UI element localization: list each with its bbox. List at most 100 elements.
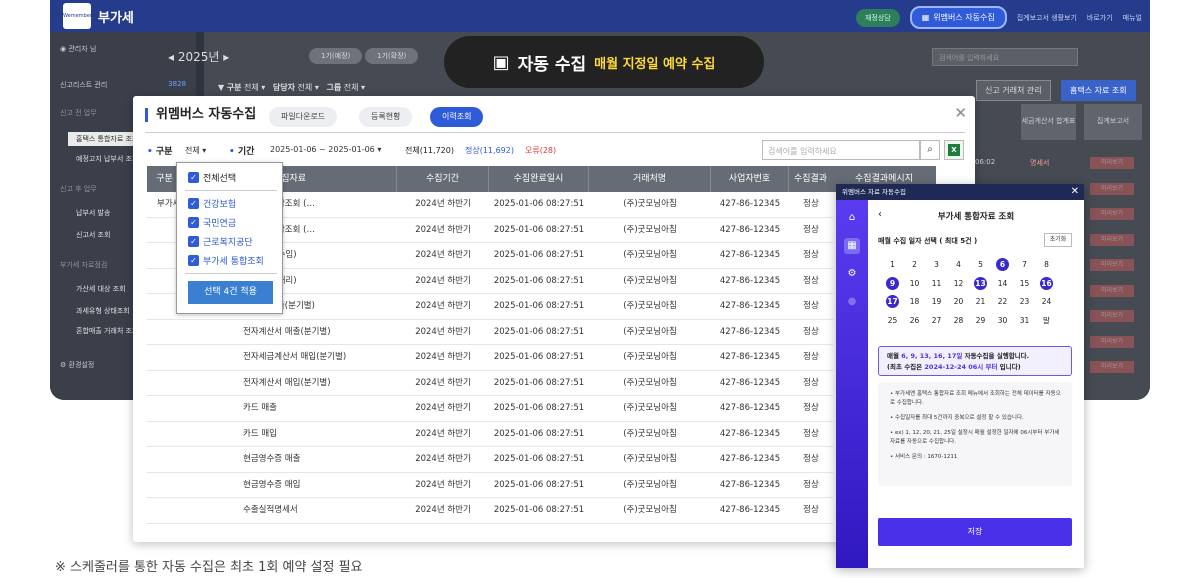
table-row[interactable]: 전자세금계산서 매입(분기별) 2024년 하반기 2025-01-06 08:27… <box>147 345 833 371</box>
calendar-day[interactable]: 21 <box>974 295 987 308</box>
filter-type-select[interactable]: 전체 ▾ <box>185 145 206 156</box>
shortcut-link[interactable]: 바로가기 <box>1087 13 1113 23</box>
calendar-day[interactable]: 12 <box>952 277 965 290</box>
home-icon[interactable]: ⌂ <box>844 210 860 226</box>
close-icon[interactable]: ✕ <box>1071 184 1079 200</box>
table-row[interactable]: 전자계산서 매출(분기별) 2024년 하반기 2025-01-06 08:27:5… <box>147 320 833 345</box>
preview-button[interactable]: 미리보기 <box>1090 259 1134 271</box>
filter-type-value[interactable]: 전체 <box>244 83 259 92</box>
period-pill-1[interactable]: 1기(예정) <box>309 48 363 64</box>
gear-icon[interactable]: ⚙ <box>844 266 860 282</box>
manual-link[interactable]: 매뉴얼 <box>1123 13 1142 23</box>
preview-button[interactable]: 미리보기 <box>1090 208 1134 220</box>
sidebar-item-notice[interactable]: 예정고지 납부서 조회 <box>76 154 138 164</box>
calendar-day[interactable]: 말 <box>1040 314 1053 327</box>
option-checkbox[interactable]: ✓ 국민연금 <box>188 216 236 229</box>
calendar-day[interactable]: 29 <box>974 314 987 327</box>
tab-file-download[interactable]: 파일다운로드 <box>269 107 338 127</box>
calendar-day[interactable]: 18 <box>908 295 921 308</box>
sidebar-item-list[interactable]: 신고리스트 관리 3828 <box>50 80 196 90</box>
consult-button[interactable]: 재정상담 <box>855 8 900 27</box>
hometax-query-button[interactable]: 홈택스 자료 조회 <box>1061 80 1136 101</box>
table-row[interactable]: 현금영수증 매출 2024년 하반기 2025-01-06 08:27:51 (주)굿… <box>147 447 833 473</box>
calendar-day[interactable]: 11 <box>930 277 943 290</box>
user-label: 관리자 님 <box>68 45 97 53</box>
count-normal: 정상(11,692) <box>465 146 514 155</box>
report-link[interactable]: 집계보고서 생활보기 <box>1017 13 1077 23</box>
year-selector[interactable]: ◂ 2025년 ▸ <box>168 48 229 65</box>
calendar-day[interactable]: 8 <box>1040 258 1053 271</box>
calendar-day[interactable]: 3 <box>930 258 943 271</box>
excel-icon[interactable]: X <box>944 140 964 160</box>
cell-client: (주)굿모닝아침 <box>623 326 677 337</box>
calendar-day[interactable]: 13 <box>974 276 987 290</box>
preview-button[interactable]: 미리보기 <box>1090 233 1134 246</box>
preview-button[interactable]: 미리보기 <box>1090 310 1134 322</box>
bg-row-link[interactable]: 명세서 <box>1030 158 1049 168</box>
calendar-day[interactable]: 10 <box>908 277 921 290</box>
table-row[interactable]: 수출실적명세서 2024년 하반기 2025-01-06 08:27:51 (주)굿모… <box>147 498 833 524</box>
modal-search-input[interactable]: 검색어를 입력하세요 <box>762 140 920 160</box>
sidebar-item-penalty[interactable]: 가산세 대상 조회 <box>76 284 126 294</box>
search-icon[interactable]: ⌕ <box>920 140 940 160</box>
sidebar-item-taxtype[interactable]: 과세유형 상태조회 <box>76 306 130 316</box>
period-pill-2[interactable]: 1기(확정) <box>365 48 419 64</box>
calendar-day[interactable]: 27 <box>930 314 943 327</box>
calendar-day[interactable]: 31 <box>1018 314 1031 327</box>
calendar-day[interactable]: 7 <box>1018 258 1031 271</box>
tab-history[interactable]: 이력조회 <box>430 107 484 127</box>
preview-button[interactable]: 미리보기 <box>1090 182 1134 195</box>
calendar-day[interactable]: 14 <box>996 277 1009 290</box>
sidebar-item-settings[interactable]: ⚙ 환경설정 <box>50 360 104 370</box>
calendar-day[interactable]: 4 <box>952 258 965 271</box>
preview-button[interactable]: 미리보기 <box>1090 157 1134 169</box>
calendar-day[interactable]: 24 <box>1040 295 1053 308</box>
option-checkbox[interactable]: ✓ 건강보험 <box>188 197 236 210</box>
preview-button[interactable]: 미리보기 <box>1090 361 1134 373</box>
save-button[interactable]: 저장 <box>878 518 1072 546</box>
calendar-day[interactable]: 28 <box>952 314 965 327</box>
auto-collect-button[interactable]: ▦ 위멤버스 자동수집 <box>909 6 1007 29</box>
filter-manager-value[interactable]: 전체 <box>298 83 313 92</box>
calendar-day[interactable]: 9 <box>886 276 899 290</box>
close-icon[interactable]: ✕ <box>954 104 967 122</box>
prev-arrow-icon[interactable]: ◂ <box>168 50 178 64</box>
calendar-day[interactable]: 25 <box>886 314 899 327</box>
calendar-day[interactable]: 6 <box>996 258 1009 271</box>
filter-icon[interactable]: ▼ <box>218 83 227 92</box>
calendar-day[interactable]: 30 <box>996 314 1009 327</box>
filter-group-value[interactable]: 전체 <box>344 83 359 92</box>
sidebar-item-send[interactable]: 납부서 발송 <box>76 208 110 218</box>
calendar-day[interactable]: 2 <box>908 258 921 271</box>
table-row[interactable]: 카드 매입 2024년 하반기 2025-01-06 08:27:51 (주)굿모닝아… <box>147 422 833 447</box>
calendar-day[interactable]: 17 <box>886 295 899 308</box>
calendar-day[interactable]: 1 <box>886 258 899 271</box>
table-row[interactable]: 카드 매출 2024년 하반기 2025-01-06 08:27:51 (주)굿모닝아… <box>147 396 833 422</box>
option-checkbox[interactable]: ✓ 부가세 통합조회 <box>188 254 264 267</box>
calendar-day[interactable]: 15 <box>1018 277 1031 290</box>
client-manage-button[interactable]: 신고 거래처 관리 <box>976 80 1051 101</box>
option-checkbox[interactable]: ✓ 근로복지공단 <box>188 235 253 248</box>
calendar-day[interactable]: 23 <box>1018 295 1031 308</box>
calendar-day[interactable]: 26 <box>908 314 921 327</box>
tab-registration[interactable]: 등록현황 <box>359 107 413 127</box>
bg-search-input[interactable]: 검색어를 입력하세요 <box>932 48 1078 66</box>
filter-period-select[interactable]: 2025-01-06 ~ 2025-01-06 ▾ <box>270 145 381 154</box>
apply-button[interactable]: 선택 4건 적용 <box>188 281 273 304</box>
sidebar-item-mixed[interactable]: 혼합매출 거래처 조회 <box>76 326 138 336</box>
calendar-day[interactable]: 5 <box>974 258 987 271</box>
calendar-day[interactable]: 19 <box>930 295 943 308</box>
table-row[interactable]: 현금영수증 매입 2024년 하반기 2025-01-06 08:27:51 (주)굿… <box>147 473 833 498</box>
next-arrow-icon[interactable]: ▸ <box>219 50 229 64</box>
table-row[interactable]: 전자계산서 매입(분기별) 2024년 하반기 2025-01-06 08:27:5… <box>147 371 833 396</box>
calendar-day[interactable]: 22 <box>996 295 1009 308</box>
calendar-day[interactable]: 20 <box>952 295 965 308</box>
sidebar-item-report[interactable]: 신고서 조회 <box>76 230 110 240</box>
reset-button[interactable]: 초기화 <box>1044 233 1072 247</box>
sidebar-section-post: 신고 후 업무 <box>60 185 97 193</box>
select-all-checkbox[interactable]: ✓ 전체선택 <box>188 171 236 184</box>
preview-button[interactable]: 미리보기 <box>1090 284 1134 297</box>
preview-button[interactable]: 미리보기 <box>1090 335 1134 348</box>
calendar-icon[interactable]: ▦ <box>844 238 860 254</box>
calendar-day[interactable]: 16 <box>1040 276 1053 290</box>
